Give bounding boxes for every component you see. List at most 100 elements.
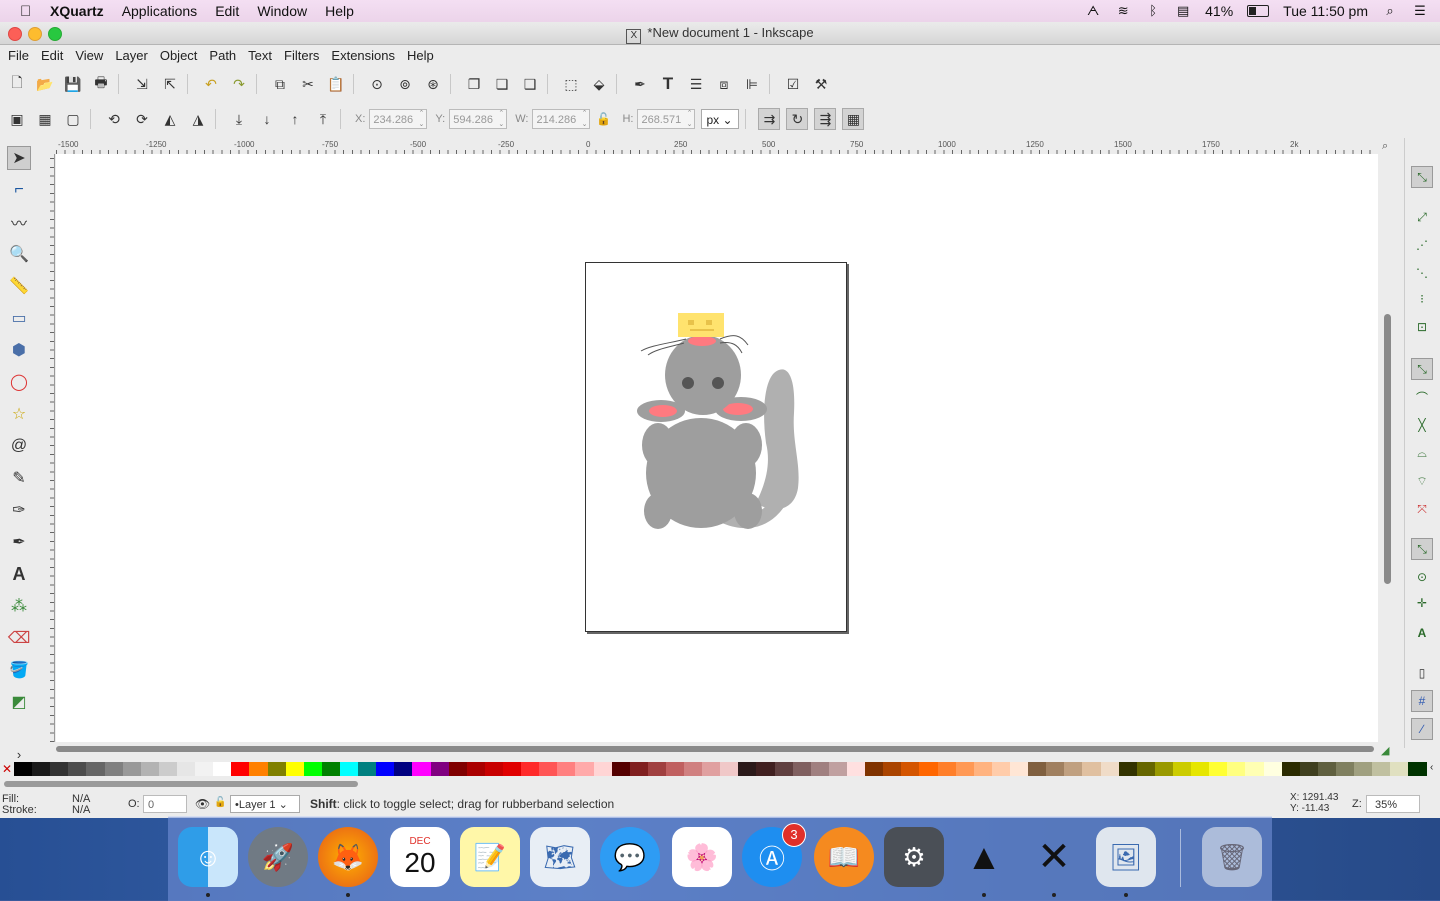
snap-page-border-icon[interactable]: ▯ [1411,662,1433,684]
menubar-item-window[interactable]: Window [257,3,307,19]
palette-swatch[interactable] [684,762,703,776]
zoom-page-icon[interactable]: ⊛ [422,73,444,95]
palette-swatch[interactable] [213,762,232,776]
palette-swatch[interactable] [865,762,884,776]
messages-icon[interactable]: 💬 [600,827,660,887]
snap-intersections-icon[interactable]: ╳ [1411,414,1433,436]
palette-swatch[interactable] [303,762,322,776]
xml-editor-icon[interactable]: ⧈ [713,73,735,95]
palette-swatch[interactable] [50,762,69,776]
layer-select[interactable]: •Layer 1 ⌄ [230,795,300,813]
palette-swatch[interactable] [231,762,250,776]
lower-to-bottom-icon[interactable]: ⤓ [228,108,250,130]
new-document-icon[interactable]: 🗋 [6,73,28,95]
3d-box-tool-icon[interactable]: ⬢ [7,338,31,362]
palette-swatch[interactable] [249,762,268,776]
xquartz-icon[interactable]: ✕ [1024,827,1084,897]
menubar-item-help[interactable]: Help [325,3,354,19]
palette-swatch[interactable] [1354,762,1373,776]
palette-swatch[interactable] [593,762,612,776]
palette-swatch[interactable] [1191,762,1210,776]
menu-path[interactable]: Path [209,48,236,63]
palette-swatch[interactable] [647,762,666,776]
palette-swatch[interactable] [919,762,938,776]
layer-lock-icon[interactable]: 🔓 [214,797,226,808]
palette-swatch[interactable] [484,762,503,776]
cut-icon[interactable]: ✂ [297,73,319,95]
select-all-icon[interactable]: ▣ [6,108,28,130]
text-font-icon[interactable]: T [657,73,679,95]
save-icon[interactable]: 💾 [62,73,84,95]
battery-percent[interactable]: 41% [1205,3,1233,19]
snap-bbox-icon[interactable]: ⤢ [1411,206,1433,228]
palette-swatch[interactable] [86,762,105,776]
palette-swatch[interactable] [955,762,974,776]
menu-layer[interactable]: Layer [115,48,148,63]
notification-center-icon[interactable]: ☰ [1412,4,1428,18]
firefox-icon[interactable]: 🦊 [318,827,378,897]
mouse-drawing[interactable] [586,263,846,631]
snap-nodes-icon[interactable]: ⤡ [1411,358,1433,380]
palette-swatch[interactable] [358,762,377,776]
vertical-scroll-thumb[interactable] [1384,314,1391,584]
palette-swatch[interactable] [702,762,721,776]
system-preferences-icon[interactable]: ⚙ [884,827,944,887]
vertical-scrollbar[interactable] [1380,154,1394,742]
menubar-item-edit[interactable]: Edit [215,3,239,19]
palette-swatch[interactable] [394,762,413,776]
palette-swatch[interactable] [104,762,123,776]
transform-gradients-icon[interactable]: ⇶ [814,108,837,130]
clone-icon[interactable]: ❏ [491,73,513,95]
tweak-tool-icon[interactable]: 〰 [7,210,31,234]
menu-view[interactable]: View [75,48,103,63]
palette-swatch[interactable] [1082,762,1101,776]
horizontal-scrollbar[interactable] [56,744,1378,754]
fill-stroke-icon[interactable]: ✒ [629,73,651,95]
apple-icon[interactable]:  [20,3,36,20]
horizontal-scroll-thumb[interactable] [56,746,1374,752]
preview-icon[interactable]: 🖼 [1096,827,1156,897]
snap-cusp-nodes-icon[interactable]: ⌓ [1411,442,1433,464]
calendar-icon[interactable]: DEC 20 [390,827,450,887]
palette-swatch[interactable] [1390,762,1409,776]
palette-swatch[interactable] [339,762,359,776]
horizontal-ruler[interactable]: -1500 -1250 -1000 -750 -500 -250 0 250 5… [56,140,1378,155]
snap-bbox-centers-icon[interactable]: ⊡ [1411,316,1433,338]
snap-toggle-icon[interactable]: ⤡ [1411,166,1433,188]
palette-swatch[interactable] [466,762,485,776]
palette-swatch[interactable] [68,762,87,776]
palette-swatch[interactable] [122,762,141,776]
rectangle-tool-icon[interactable]: ▭ [7,306,31,330]
menu-text[interactable]: Text [248,48,272,63]
palette-swatch[interactable] [448,762,467,776]
canvas-corner-icon[interactable]: ◢ [1381,744,1389,757]
zoom-tool-icon[interactable]: 🔍 [7,242,31,266]
palette-swatch[interactable] [720,762,739,776]
transform-patterns-icon[interactable]: ▦ [842,108,865,130]
palette-scroll-thumb[interactable] [4,781,358,787]
palette-swatch[interactable] [1064,762,1083,776]
zoom-drawing-icon[interactable]: ⊚ [394,73,416,95]
palette-swatch[interactable] [14,762,33,776]
measure-tool-icon[interactable]: 📏 [7,274,31,298]
copy-icon[interactable]: ⧉ [269,73,291,95]
ellipse-tool-icon[interactable]: ◯ [7,370,31,394]
palette-swatch[interactable] [285,762,304,776]
ungroup-icon[interactable]: ⬙ [588,73,610,95]
palette-swatch[interactable] [1010,762,1029,776]
palette-swatch[interactable] [539,762,558,776]
scale-corners-icon[interactable]: ↻ [786,108,809,130]
ibooks-icon[interactable]: 📖 [814,827,874,887]
layers-icon[interactable]: ☰ [685,73,707,95]
palette-swatch[interactable] [810,762,829,776]
snap-others-icon[interactable]: ⤡ [1411,538,1433,560]
menubar-app-name[interactable]: XQuartz [50,3,104,19]
spray-tool-icon[interactable]: ⁂ [7,594,31,618]
unlink-clone-icon[interactable]: ❑ [519,73,541,95]
opacity-input[interactable]: 0 [143,795,187,813]
palette-swatch[interactable] [1118,762,1137,776]
drawing-canvas[interactable] [56,154,1378,742]
snap-rotation-centers-icon[interactable]: ✛ [1411,592,1433,614]
snap-grid-icon[interactable]: # [1411,690,1433,712]
adobe-icon[interactable]: ᗅ [1085,4,1101,18]
